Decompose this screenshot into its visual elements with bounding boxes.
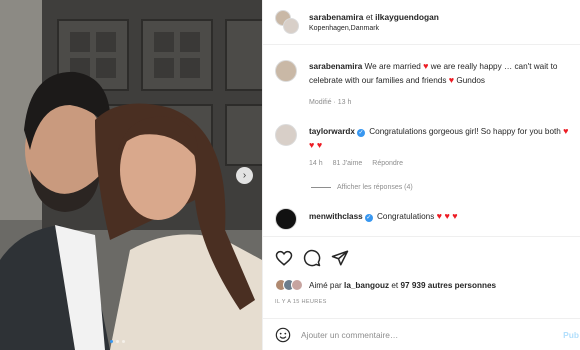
- heart-icon[interactable]: [275, 249, 293, 267]
- avatar[interactable]: [275, 208, 297, 230]
- avatar[interactable]: [275, 124, 297, 146]
- author-separator: et: [365, 12, 373, 22]
- divider: [311, 187, 331, 188]
- comment-input[interactable]: [301, 326, 521, 344]
- post-photo[interactable]: ›: [0, 0, 262, 350]
- avatar[interactable]: [275, 60, 297, 82]
- carousel-dots: [110, 340, 125, 343]
- avatar: [291, 279, 303, 291]
- add-comment-bar: Pub: [263, 318, 580, 350]
- author-username[interactable]: ilkayguendogan: [375, 12, 439, 22]
- liked-by-prefix: Aimé par: [309, 280, 345, 290]
- comment: menwithclass ✓ Congratulations ♥ ♥ ♥: [309, 210, 575, 224]
- post-header: sarabenamira et ilkayguendogan Kopenhage…: [263, 0, 580, 45]
- author-username[interactable]: sarabenamira: [309, 12, 363, 22]
- caption-username[interactable]: sarabenamira: [309, 62, 362, 71]
- caption-text: Gundos: [454, 75, 486, 85]
- comment-meta: 14 h 81 J'aime Répondre: [309, 160, 411, 167]
- publish-button[interactable]: Pub: [563, 330, 579, 340]
- post-detail-panel: sarabenamira et ilkayguendogan Kopenhage…: [262, 0, 580, 350]
- caption-meta: Modifié · 13 h: [309, 99, 352, 106]
- post-authors: sarabenamira et ilkayguendogan: [309, 12, 439, 22]
- post-caption: sarabenamira We are married ♥ we are rea…: [309, 60, 575, 87]
- post-actions: Aimé par la_bangouz et 97 939 autres per…: [263, 236, 580, 316]
- carousel-dot: [110, 340, 113, 343]
- view-replies-label: Afficher les réponses (4): [337, 184, 413, 191]
- caption-text: We are married: [362, 62, 424, 71]
- comment-username[interactable]: taylorwardx: [309, 127, 355, 136]
- heart-emoji-icon: ♥ ♥ ♥: [436, 211, 458, 221]
- post-timestamp: IL Y A 15 HEURES: [275, 299, 327, 305]
- comment-username[interactable]: menwithclass: [309, 212, 363, 221]
- comment-text: Congratulations: [374, 212, 437, 221]
- liked-by: Aimé par la_bangouz et 97 939 autres per…: [275, 279, 496, 291]
- carousel-next-button[interactable]: ›: [236, 167, 253, 184]
- reply-button[interactable]: Répondre: [372, 160, 403, 167]
- comment-icon[interactable]: [303, 249, 321, 267]
- avatar[interactable]: [283, 18, 299, 34]
- share-icon[interactable]: [331, 249, 349, 267]
- liked-by-text: Aimé par la_bangouz et 97 939 autres per…: [309, 281, 496, 290]
- likes-count[interactable]: 97 939 autres personnes: [400, 281, 496, 290]
- comment-text: Congratulations gorgeous girl! So happy …: [366, 127, 564, 136]
- verified-badge-icon: ✓: [364, 214, 373, 222]
- comment: taylorwardx ✓ Congratulations gorgeous gi…: [309, 125, 575, 152]
- liked-by-mid: et: [389, 280, 401, 290]
- photo-illustration: [0, 0, 262, 350]
- verified-badge-icon: ✓: [356, 129, 365, 137]
- emoji-icon[interactable]: [275, 327, 291, 343]
- carousel-dot: [116, 340, 119, 343]
- carousel-dot: [122, 340, 125, 343]
- comment-time: 14 h: [309, 160, 323, 167]
- liked-by-user[interactable]: la_bangouz: [344, 281, 389, 290]
- comment-likes[interactable]: 81 J'aime: [333, 160, 363, 167]
- post-location[interactable]: Kopenhagen,Danmark: [309, 25, 379, 32]
- view-replies-button[interactable]: Afficher les réponses (4): [311, 184, 413, 191]
